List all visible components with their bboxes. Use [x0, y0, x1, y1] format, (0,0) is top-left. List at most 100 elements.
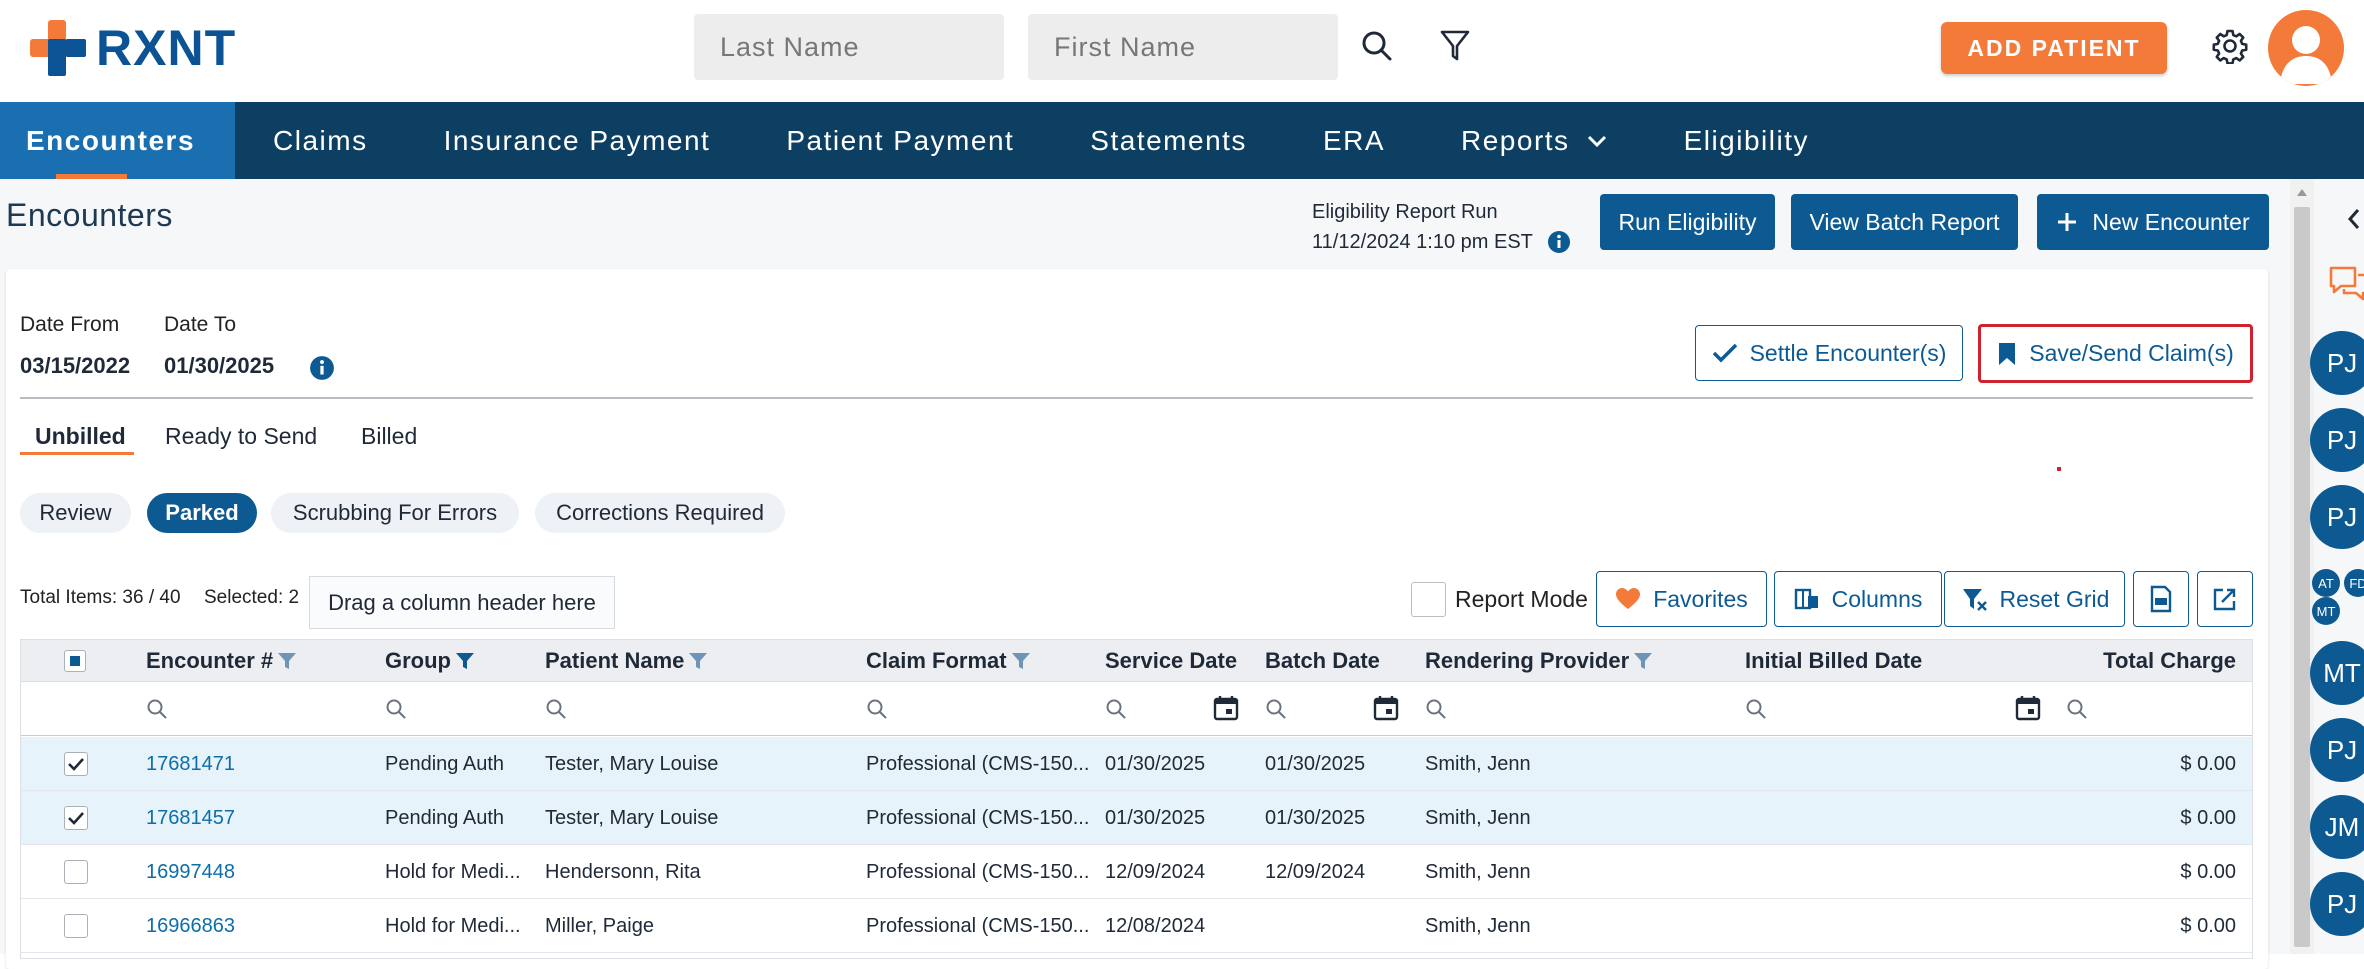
- header-patient-name[interactable]: Patient Name: [545, 640, 708, 682]
- page-scrollbar[interactable]: [2290, 179, 2314, 954]
- top-bar: RXNT ADD PATIENT: [0, 0, 2364, 102]
- search-icon[interactable]: [1745, 698, 1767, 720]
- encounter-number-link[interactable]: 16966863: [146, 899, 235, 953]
- rail-avatar[interactable]: PJ: [2310, 331, 2364, 395]
- pill-review[interactable]: Review: [20, 493, 131, 533]
- calendar-icon[interactable]: [1213, 695, 1239, 721]
- search-icon[interactable]: [545, 698, 567, 720]
- header-initial-billed-date[interactable]: Initial Billed Date: [1745, 640, 1922, 682]
- tab-ready-to-send[interactable]: Ready to Send: [165, 423, 317, 450]
- selected-count: Selected: 2: [204, 587, 300, 608]
- column-filter-icon[interactable]: [1011, 652, 1031, 670]
- pill-scrubbing-for-errors[interactable]: Scrubbing For Errors: [271, 493, 519, 533]
- rail-avatar[interactable]: PJ: [2310, 718, 2364, 782]
- header-total-charge[interactable]: Total Charge: [2103, 640, 2236, 682]
- nav-statements[interactable]: Statements: [1052, 102, 1285, 179]
- encounter-number-link[interactable]: 17681457: [146, 791, 235, 845]
- rail-avatar[interactable]: PJ: [2310, 872, 2364, 936]
- export-button[interactable]: [2197, 571, 2253, 627]
- search-icon[interactable]: [2066, 698, 2088, 720]
- header-encounter[interactable]: Encounter #: [146, 640, 297, 682]
- columns-icon: [1794, 588, 1818, 610]
- row-checkbox[interactable]: [64, 791, 88, 845]
- nav-patient-payment[interactable]: Patient Payment: [748, 102, 1052, 179]
- claim-format-cell: Professional (CMS-150...: [866, 860, 1090, 883]
- nav-encounters[interactable]: Encounters: [0, 102, 236, 179]
- rail-mini-avatar[interactable]: MT: [2312, 597, 2340, 625]
- rail-avatar[interactable]: PJ: [2310, 408, 2364, 472]
- search-icon[interactable]: [1425, 698, 1447, 720]
- nav-insurance-payment[interactable]: Insurance Payment: [406, 102, 749, 179]
- date-from-value[interactable]: 03/15/2022: [20, 353, 130, 379]
- row-checkbox[interactable]: [64, 899, 88, 953]
- calendar-icon[interactable]: [2015, 695, 2041, 721]
- header-claim-format[interactable]: Claim Format: [866, 640, 1031, 682]
- search-icon[interactable]: [1265, 698, 1287, 720]
- nav-eligibility[interactable]: Eligibility: [1646, 102, 1847, 179]
- info-icon[interactable]: [1547, 230, 1571, 254]
- rail-avatar[interactable]: MT: [2310, 641, 2364, 705]
- column-filter-icon[interactable]: [277, 652, 297, 670]
- group-drop-zone[interactable]: Drag a column header here: [309, 576, 615, 629]
- header-service-date[interactable]: Service Date: [1105, 640, 1237, 682]
- last-name-input[interactable]: [694, 14, 1004, 80]
- favorites-button[interactable]: Favorites: [1596, 571, 1767, 627]
- date-to-value[interactable]: 01/30/2025: [164, 353, 274, 379]
- header-group[interactable]: Group: [385, 640, 475, 682]
- chat-icon[interactable]: [2328, 265, 2364, 303]
- rail-mini-avatar[interactable]: AT: [2312, 569, 2340, 597]
- nav-claims[interactable]: Claims: [235, 102, 406, 179]
- run-eligibility-button[interactable]: Run Eligibility: [1600, 194, 1775, 250]
- rail-mini-avatar[interactable]: FD: [2344, 569, 2364, 597]
- rail-avatar[interactable]: JM: [2310, 795, 2364, 859]
- rail-avatar[interactable]: PJ: [2310, 485, 2364, 549]
- gear-icon[interactable]: [2210, 24, 2250, 68]
- eligibility-label: Eligibility Report Run: [1312, 201, 1498, 223]
- scrollbar-thumb[interactable]: [2294, 207, 2310, 947]
- plus-icon: [2058, 213, 2077, 231]
- encounter-number-link[interactable]: 17681471: [146, 737, 235, 791]
- select-all-checkbox[interactable]: [64, 640, 86, 682]
- columns-button[interactable]: Columns: [1774, 571, 1942, 627]
- rxnt-logo[interactable]: RXNT: [28, 18, 236, 78]
- search-icon[interactable]: [866, 698, 888, 720]
- scroll-up-icon[interactable]: [2296, 187, 2308, 197]
- table-row[interactable]: 16997448 Hold for Medi... Hendersonn, Ri…: [21, 845, 2252, 899]
- row-checkbox[interactable]: [64, 737, 88, 791]
- encounter-number-link[interactable]: 16997448: [146, 845, 235, 899]
- first-name-input[interactable]: [1028, 14, 1338, 80]
- table-row[interactable]: 17681471 Pending Auth Tester, Mary Louis…: [21, 737, 2252, 791]
- search-icon[interactable]: [146, 698, 168, 720]
- column-filter-icon[interactable]: [688, 652, 708, 670]
- tab-billed[interactable]: Billed: [361, 423, 417, 450]
- calendar-icon[interactable]: [1373, 695, 1399, 721]
- header-rendering-provider[interactable]: Rendering Provider: [1425, 640, 1653, 682]
- add-patient-button[interactable]: ADD PATIENT: [1941, 22, 2167, 74]
- pill-parked[interactable]: Parked: [147, 493, 257, 533]
- report-mode-checkbox[interactable]: [1411, 582, 1446, 617]
- settle-encounters-button[interactable]: Settle Encounter(s): [1695, 325, 1963, 381]
- chevron-left-icon[interactable]: [2346, 207, 2362, 231]
- search-icon[interactable]: [1105, 698, 1127, 720]
- nav-era[interactable]: ERA: [1285, 102, 1423, 179]
- nav-reports[interactable]: Reports: [1423, 102, 1646, 179]
- user-avatar[interactable]: [2268, 10, 2344, 86]
- table-row[interactable]: 17681457 Pending Auth Tester, Mary Louis…: [21, 791, 2252, 845]
- reset-grid-button[interactable]: Reset Grid: [1944, 571, 2125, 627]
- batch-date-cell: 12/09/2024: [1265, 860, 1366, 883]
- new-encounter-button[interactable]: New Encounter: [2037, 194, 2269, 250]
- search-icon[interactable]: [1358, 26, 1396, 66]
- pill-corrections-required[interactable]: Corrections Required: [535, 493, 785, 533]
- row-checkbox[interactable]: [64, 845, 88, 899]
- column-filter-active-icon[interactable]: [455, 652, 475, 670]
- save-send-claims-button[interactable]: Save/Send Claim(s): [1978, 324, 2253, 383]
- export-pdf-button[interactable]: [2133, 571, 2189, 627]
- column-filter-icon[interactable]: [1633, 652, 1653, 670]
- header-batch-date[interactable]: Batch Date: [1265, 640, 1380, 682]
- date-info-icon[interactable]: [309, 355, 335, 381]
- view-batch-report-button[interactable]: View Batch Report: [1791, 194, 2018, 250]
- search-icon[interactable]: [385, 698, 407, 720]
- tab-unbilled[interactable]: Unbilled: [35, 423, 126, 450]
- filter-icon[interactable]: [1436, 26, 1474, 66]
- table-row[interactable]: 16966863 Hold for Medi... Miller, Paige …: [21, 899, 2252, 953]
